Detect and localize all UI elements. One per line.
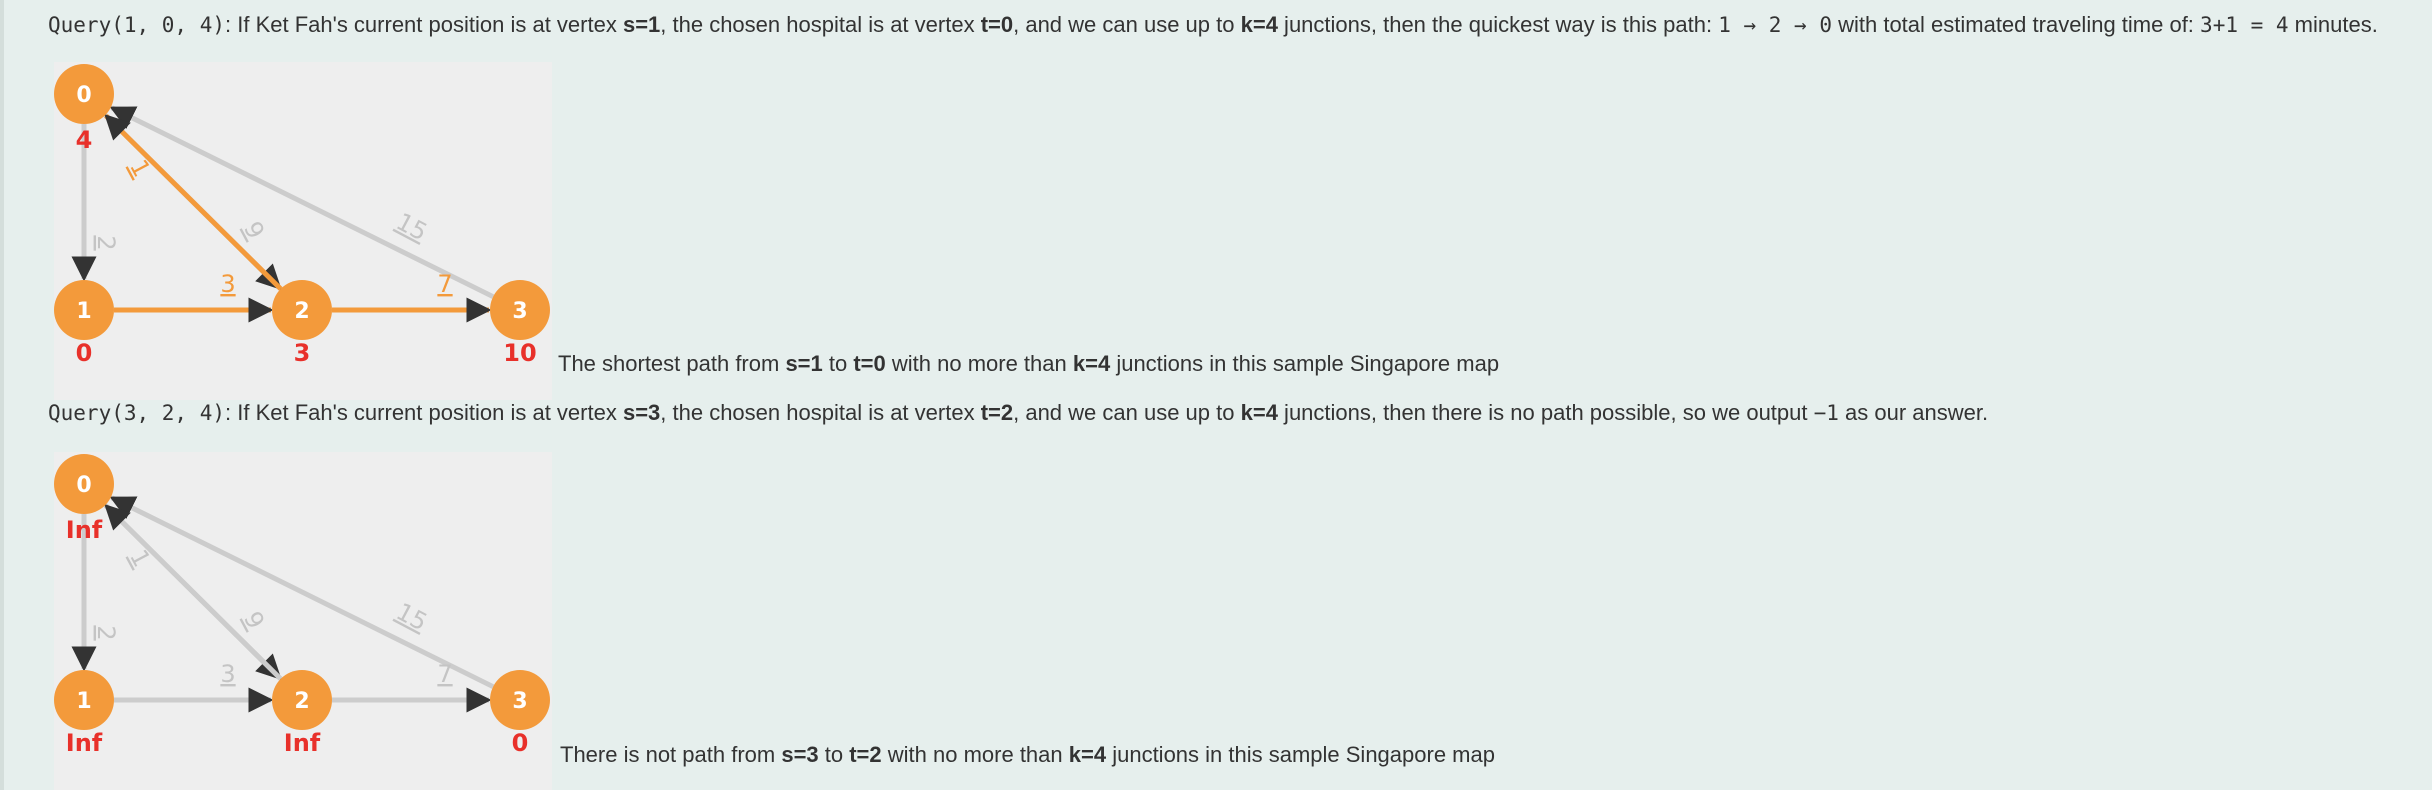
edge-weight-2-3: 7 bbox=[437, 660, 452, 688]
left-border bbox=[0, 0, 4, 790]
vertex-label-3: 3 bbox=[512, 299, 527, 324]
query2-k: k=4 bbox=[1240, 400, 1278, 425]
graph2-diagram: 2 9 15 3 7 1 0 Inf 1 Inf 2 Inf 3 0 bbox=[40, 452, 552, 790]
vertex-label-2: 2 bbox=[294, 299, 309, 324]
query1-description: Query(1, 0, 4): If Ket Fah's current pos… bbox=[48, 12, 2378, 37]
edge-weight-1-2: 3 bbox=[220, 660, 235, 688]
distance-label-0: Inf bbox=[66, 516, 103, 544]
edge-weight-1-2: 3 bbox=[220, 270, 235, 298]
edge-weight-0-1: 2 bbox=[92, 625, 120, 640]
distance-label-2: Inf bbox=[284, 729, 321, 757]
vertex-label-3: 3 bbox=[512, 689, 527, 714]
graph1-caption: The shortest path from s=1 to t=0 with n… bbox=[558, 351, 1500, 376]
query2-target: t=2 bbox=[980, 400, 1014, 425]
query1-code: Query(1, 0, 4) bbox=[48, 13, 226, 37]
distance-label-1: Inf bbox=[66, 729, 103, 757]
graph-svg: 2 9 153 71041023310 bbox=[54, 62, 552, 400]
vertex-label-2: 2 bbox=[294, 689, 309, 714]
graph-svg: 2 9 153 710Inf1Inf2Inf30 bbox=[54, 452, 552, 790]
distance-label-2: 3 bbox=[294, 339, 311, 367]
graph2-caption: There is not path from s=3 to t=2 with n… bbox=[560, 742, 1495, 767]
graph1-diagram: 2 9 15 3 7 1 0 4 1 0 2 3 3 10 bbox=[40, 62, 552, 400]
query1-k: k=4 bbox=[1240, 12, 1278, 37]
vertex-label-0: 0 bbox=[76, 473, 91, 498]
query2-source: s=3 bbox=[622, 400, 661, 425]
distance-label-3: 10 bbox=[503, 339, 536, 367]
query1-total: 3+1 = 4 bbox=[2200, 13, 2289, 37]
query1-target: t=0 bbox=[980, 12, 1014, 37]
vertex-label-0: 0 bbox=[76, 83, 91, 108]
distance-label-0: 4 bbox=[76, 126, 93, 154]
query2-output: −1 bbox=[1813, 401, 1839, 425]
query1-source: s=1 bbox=[622, 12, 661, 37]
vertex-label-1: 1 bbox=[76, 689, 91, 714]
query1-path: 1 → 2 → 0 bbox=[1718, 13, 1832, 37]
edge-weight-2-3: 7 bbox=[437, 270, 452, 298]
distance-label-3: 0 bbox=[512, 729, 529, 757]
distance-label-1: 0 bbox=[76, 339, 93, 367]
query2-code: Query(3, 2, 4) bbox=[48, 401, 226, 425]
query2-description: Query(3, 2, 4): If Ket Fah's current pos… bbox=[48, 400, 1989, 425]
vertex-label-1: 1 bbox=[76, 299, 91, 324]
edge-weight-0-1: 2 bbox=[92, 235, 120, 250]
